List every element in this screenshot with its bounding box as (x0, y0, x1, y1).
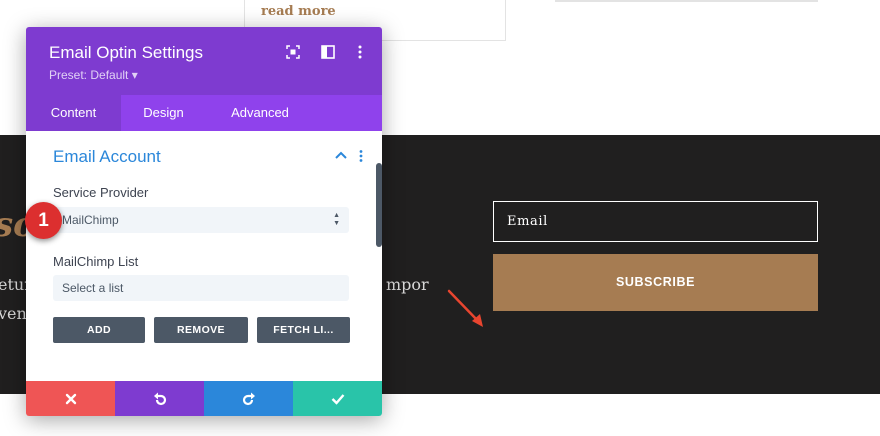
cancel-button[interactable] (26, 381, 115, 416)
select-arrows-icon: ▲ ▼ (333, 212, 340, 227)
body-text-line: mpor (386, 275, 429, 294)
top-divider (555, 0, 818, 2)
split-view-icon[interactable] (321, 45, 335, 59)
add-button[interactable]: ADD (53, 317, 145, 343)
save-button[interactable] (293, 381, 382, 416)
fetch-lists-button[interactable]: FETCH LI... (257, 317, 350, 343)
tab-content[interactable]: Content (26, 95, 121, 131)
modal-title: Email Optin Settings (49, 43, 204, 62)
close-icon (65, 393, 76, 404)
section-options-icon[interactable] (359, 150, 363, 162)
service-provider-value: MailChimp (62, 213, 119, 227)
fullscreen-icon[interactable] (286, 45, 300, 59)
modal-scrollbar[interactable] (376, 163, 382, 247)
modal-header: Email Optin Settings Preset: Default ▾ (26, 27, 382, 95)
read-more-link[interactable]: read more (261, 4, 336, 19)
checkmark-icon (331, 393, 344, 404)
mailchimp-list-label: MailChimp List (53, 254, 139, 269)
undo-icon (153, 392, 166, 405)
service-provider-select[interactable]: MailChimp ▲ ▼ (53, 207, 349, 233)
preset-dropdown[interactable]: Preset: Default ▾ (49, 68, 138, 82)
service-provider-label: Service Provider (53, 185, 149, 200)
redo-button[interactable] (204, 381, 293, 416)
redo-icon (242, 392, 255, 405)
mailchimp-list-select[interactable]: Select a list (53, 275, 349, 301)
more-options-icon[interactable] (353, 45, 367, 59)
pointer-arrow-icon (447, 289, 483, 327)
tab-design[interactable]: Design (121, 95, 206, 131)
chevron-up-icon[interactable] (335, 151, 347, 159)
step-number-badge: 1 (25, 202, 62, 239)
subscribe-button[interactable]: SUBSCRIBE (493, 254, 818, 311)
mailchimp-list-value: Select a list (62, 281, 124, 295)
body-text-line: ven (0, 304, 27, 323)
modal-footer (26, 381, 382, 416)
undo-button[interactable] (115, 381, 204, 416)
modal-tabs: Content Design Advanced (26, 95, 382, 131)
section-title[interactable]: Email Account (53, 147, 161, 167)
email-optin-settings-modal: Email Optin Settings Preset: Default ▾ C… (26, 27, 382, 416)
email-input[interactable]: Email (493, 201, 818, 242)
page: read more so etur ven mpor Email SUBSCRI… (0, 0, 880, 436)
remove-button[interactable]: REMOVE (154, 317, 248, 343)
tab-advanced[interactable]: Advanced (206, 95, 314, 131)
modal-body: Email Account Service Provider MailChimp… (26, 131, 382, 381)
